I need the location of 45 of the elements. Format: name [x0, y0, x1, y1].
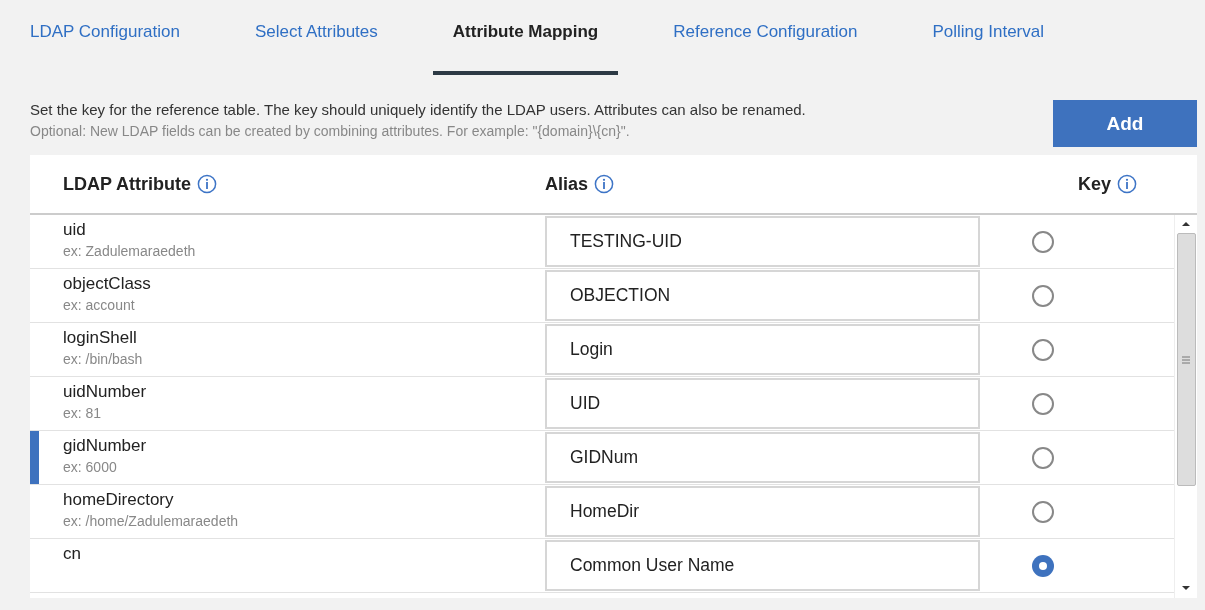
radio-button[interactable]: [1032, 392, 1054, 415]
description-text: Set the key for the reference table. The key should uniquely identify the LDAP users. Attributes can also be renamed.: [30, 101, 806, 118]
alias-field[interactable]: TESTING-UID: [545, 216, 980, 267]
alias-field[interactable]: Common User Name: [545, 540, 980, 591]
alias-field[interactable]: OBJECTION: [545, 270, 980, 321]
tab[interactable]: Polling Interval: [912, 0, 1064, 75]
example-text: ex: /home/Zadulemaraedeth: [63, 513, 239, 529]
column-header: LDAP Attribute: [63, 173, 191, 195]
alias-field[interactable]: Login: [545, 324, 980, 375]
radio-button[interactable]: [1032, 554, 1054, 577]
column-header: Alias: [545, 173, 589, 195]
alias-field[interactable]: UID: [545, 378, 980, 429]
example-text: ex: Zadulemaraedeth: [63, 243, 196, 259]
add-button[interactable]: Add: [1053, 100, 1197, 147]
scrollbar[interactable]: [1174, 215, 1197, 598]
attribute-name: gidNumber: [63, 436, 147, 456]
example-text: ex: account: [63, 297, 136, 313]
alias-field[interactable]: HomeDir: [545, 486, 980, 537]
attribute-name: cn: [63, 544, 81, 564]
example-text: ex: 81: [63, 405, 103, 421]
radio-button[interactable]: [1032, 284, 1054, 307]
tab[interactable]: Reference Configuration: [653, 0, 878, 75]
hint-text: Optional: New LDAP fields can be created by combining attributes. For example: "{domain}\{cn}".: [30, 123, 631, 139]
example-text: ex: 6000: [63, 459, 118, 475]
attribute-name: uidNumber: [63, 382, 147, 402]
attribute-name: uid: [63, 220, 87, 240]
radio-button[interactable]: [1032, 500, 1054, 523]
scroll-up-icon[interactable]: [1181, 221, 1191, 227]
alias-field[interactable]: GIDNum: [545, 432, 980, 483]
attribute-name: loginShell: [63, 328, 138, 348]
info-icon[interactable]: [1117, 174, 1138, 194]
tab[interactable]: Select Attributes: [234, 0, 398, 75]
tab[interactable]: LDAP Configuration: [10, 0, 200, 75]
example-text: ex: /bin/bash: [63, 351, 143, 367]
radio-button[interactable]: [1032, 338, 1054, 361]
attribute-name: objectClass: [63, 274, 151, 294]
column-header: Key: [1078, 173, 1112, 195]
info-icon[interactable]: [594, 174, 615, 194]
scroll-down-icon[interactable]: [1181, 585, 1191, 591]
attribute-name: homeDirectory: [63, 490, 175, 510]
tab[interactable]: Attribute Mapping: [432, 0, 619, 75]
info-icon[interactable]: [197, 174, 217, 194]
scrollbar-thumb[interactable]: [1176, 233, 1196, 486]
radio-button[interactable]: [1032, 230, 1054, 253]
radio-button[interactable]: [1032, 446, 1054, 469]
